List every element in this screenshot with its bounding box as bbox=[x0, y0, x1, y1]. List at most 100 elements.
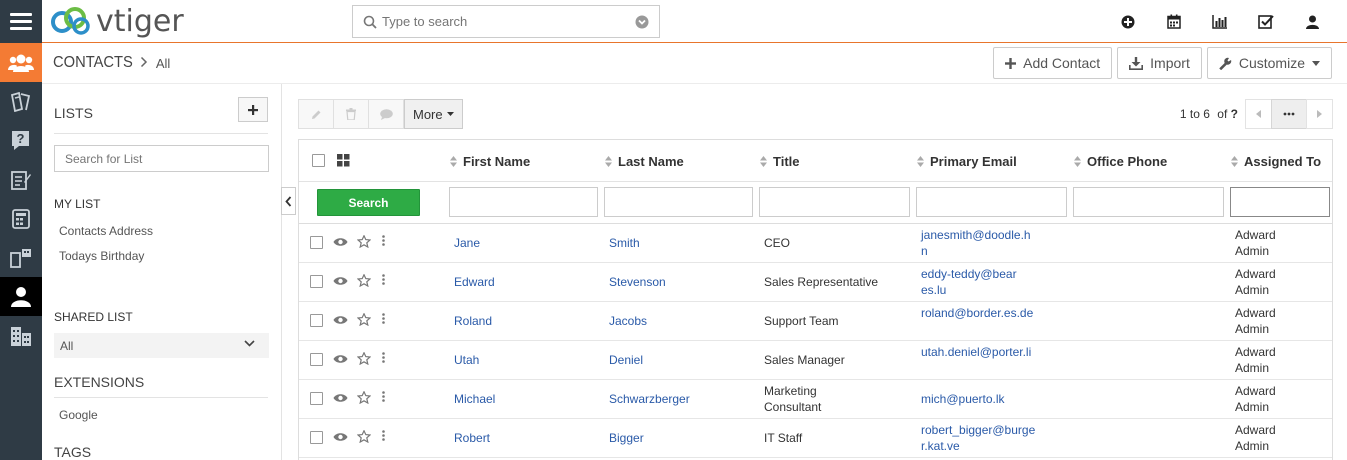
column-assigned-to[interactable]: Assigned To bbox=[1231, 154, 1321, 169]
select-all-checkbox[interactable] bbox=[312, 154, 325, 167]
first-name-cell[interactable]: Michael bbox=[454, 391, 495, 407]
row-checkbox[interactable] bbox=[310, 431, 323, 444]
inventory-icon[interactable] bbox=[0, 160, 42, 199]
eye-icon[interactable] bbox=[333, 276, 348, 286]
list-item-contacts-address[interactable]: Contacts Address bbox=[59, 224, 153, 238]
more-vertical-icon[interactable] bbox=[382, 235, 385, 246]
page-jump-button[interactable] bbox=[1271, 99, 1307, 129]
last-name-cell[interactable]: Jacobs bbox=[609, 313, 647, 329]
filter-title-input[interactable] bbox=[759, 187, 910, 217]
eye-icon[interactable] bbox=[333, 237, 348, 247]
table-row[interactable]: Utah Deniel Sales Manager utah.deniel@po… bbox=[299, 341, 1332, 380]
more-vertical-icon[interactable] bbox=[382, 430, 385, 441]
breadcrumb-module[interactable]: CONTACTS bbox=[53, 54, 133, 72]
filter-last-name-input[interactable] bbox=[604, 187, 753, 217]
email-cell[interactable]: eddy-teddy@beares.lu bbox=[921, 266, 1021, 298]
quick-create-icon[interactable] bbox=[1105, 0, 1151, 43]
column-settings-icon[interactable] bbox=[337, 154, 350, 170]
filter-first-name-input[interactable] bbox=[449, 187, 598, 217]
filter-assigned-to-input[interactable] bbox=[1230, 187, 1330, 217]
column-office-phone[interactable]: Office Phone bbox=[1074, 154, 1167, 169]
row-checkbox[interactable] bbox=[310, 236, 323, 249]
user-icon[interactable] bbox=[1289, 0, 1335, 43]
last-name-cell[interactable]: Bigger bbox=[609, 430, 644, 446]
next-page-button[interactable] bbox=[1306, 99, 1333, 129]
chevron-down-circle-icon[interactable] bbox=[635, 15, 649, 29]
import-button[interactable]: Import bbox=[1117, 47, 1202, 79]
table-row[interactable]: Robert Bigger IT Staff robert_bigger@bur… bbox=[299, 419, 1332, 458]
extension-item-google[interactable]: Google bbox=[59, 408, 98, 422]
row-checkbox[interactable] bbox=[310, 275, 323, 288]
first-name-cell[interactable]: Edward bbox=[454, 274, 495, 290]
first-name-cell[interactable]: Roland bbox=[454, 313, 492, 329]
shared-list-select[interactable]: All bbox=[54, 333, 269, 358]
organizations-icon[interactable] bbox=[0, 316, 42, 355]
marketing-icon[interactable] bbox=[0, 82, 42, 121]
last-name-cell[interactable]: Stevenson bbox=[609, 274, 666, 290]
last-name-cell[interactable]: Smith bbox=[609, 235, 640, 251]
more-dropdown[interactable]: More bbox=[404, 99, 463, 129]
contacts-module-icon[interactable] bbox=[0, 43, 42, 82]
list-item-todays-birthday[interactable]: Todays Birthday bbox=[59, 249, 144, 263]
more-vertical-icon[interactable] bbox=[382, 274, 385, 285]
search-button[interactable]: Search bbox=[317, 189, 420, 216]
first-name-cell[interactable]: Utah bbox=[454, 352, 479, 368]
eye-icon[interactable] bbox=[333, 354, 348, 364]
customize-button[interactable]: Customize bbox=[1206, 47, 1332, 79]
sales-icon[interactable] bbox=[0, 238, 42, 277]
more-vertical-icon[interactable] bbox=[382, 352, 385, 363]
email-cell[interactable]: utah.deniel@porter.li bbox=[921, 344, 1037, 360]
table-row[interactable]: Roland Jacobs Support Team roland@border… bbox=[299, 302, 1332, 341]
page-total[interactable]: ? bbox=[1231, 107, 1238, 121]
eye-icon[interactable] bbox=[333, 432, 348, 442]
menu-icon[interactable] bbox=[0, 0, 42, 43]
table-row[interactable]: Michael Schwarzberger Marketing Consulta… bbox=[299, 380, 1332, 419]
last-name-cell[interactable]: Schwarzberger bbox=[609, 391, 690, 407]
row-checkbox[interactable] bbox=[310, 392, 323, 405]
reports-icon[interactable] bbox=[1197, 0, 1243, 43]
global-search-input[interactable] bbox=[382, 14, 622, 29]
star-icon[interactable] bbox=[357, 430, 371, 443]
email-cell[interactable]: roland@border.es.de bbox=[921, 305, 1037, 321]
calendar-icon[interactable] bbox=[1151, 0, 1197, 43]
more-vertical-icon[interactable] bbox=[382, 391, 385, 402]
first-name-cell[interactable]: Robert bbox=[454, 430, 490, 446]
list-search-input[interactable] bbox=[54, 145, 269, 172]
star-icon[interactable] bbox=[357, 391, 371, 404]
collapse-panel-button[interactable] bbox=[281, 187, 296, 215]
filter-office-phone-input[interactable] bbox=[1073, 187, 1224, 217]
star-icon[interactable] bbox=[357, 313, 371, 326]
add-contact-button[interactable]: Add Contact bbox=[993, 47, 1113, 79]
filter-email-input[interactable] bbox=[916, 187, 1067, 217]
table-row[interactable]: Jane Smith CEO janesmith@doodle.hn Adwar… bbox=[299, 224, 1332, 263]
email-cell[interactable]: janesmith@doodle.hn bbox=[921, 227, 1037, 259]
help-desk-icon[interactable]: ? bbox=[0, 121, 42, 160]
eye-icon[interactable] bbox=[333, 393, 348, 403]
star-icon[interactable] bbox=[357, 235, 371, 248]
global-search[interactable] bbox=[352, 5, 660, 38]
last-name-cell[interactable]: Deniel bbox=[609, 352, 643, 368]
first-name-cell[interactable]: Jane bbox=[454, 235, 480, 251]
logo[interactable]: vtiger bbox=[48, 0, 184, 43]
row-checkbox[interactable] bbox=[310, 314, 323, 327]
projects-icon[interactable] bbox=[0, 199, 42, 238]
prev-page-button[interactable] bbox=[1245, 99, 1272, 129]
email-cell[interactable]: robert_bigger@burger.kat.ve bbox=[921, 422, 1037, 454]
column-primary-email[interactable]: Primary Email bbox=[917, 154, 1017, 169]
table-row[interactable]: Edward Stevenson Sales Representative ed… bbox=[299, 263, 1332, 302]
column-first-name[interactable]: First Name bbox=[450, 154, 530, 169]
delete-button[interactable] bbox=[333, 99, 369, 129]
eye-icon[interactable] bbox=[333, 315, 348, 325]
add-list-button[interactable] bbox=[238, 97, 268, 122]
email-cell[interactable]: mich@puerto.lk bbox=[921, 391, 1037, 407]
more-vertical-icon[interactable] bbox=[382, 313, 385, 324]
column-title[interactable]: Title bbox=[760, 154, 800, 169]
contacts-person-icon[interactable] bbox=[0, 277, 42, 316]
comment-button[interactable] bbox=[368, 99, 404, 129]
row-checkbox[interactable] bbox=[310, 353, 323, 366]
tasks-icon[interactable] bbox=[1243, 0, 1289, 43]
edit-button[interactable] bbox=[298, 99, 334, 129]
star-icon[interactable] bbox=[357, 352, 371, 365]
star-icon[interactable] bbox=[357, 274, 371, 287]
column-last-name[interactable]: Last Name bbox=[605, 154, 684, 169]
